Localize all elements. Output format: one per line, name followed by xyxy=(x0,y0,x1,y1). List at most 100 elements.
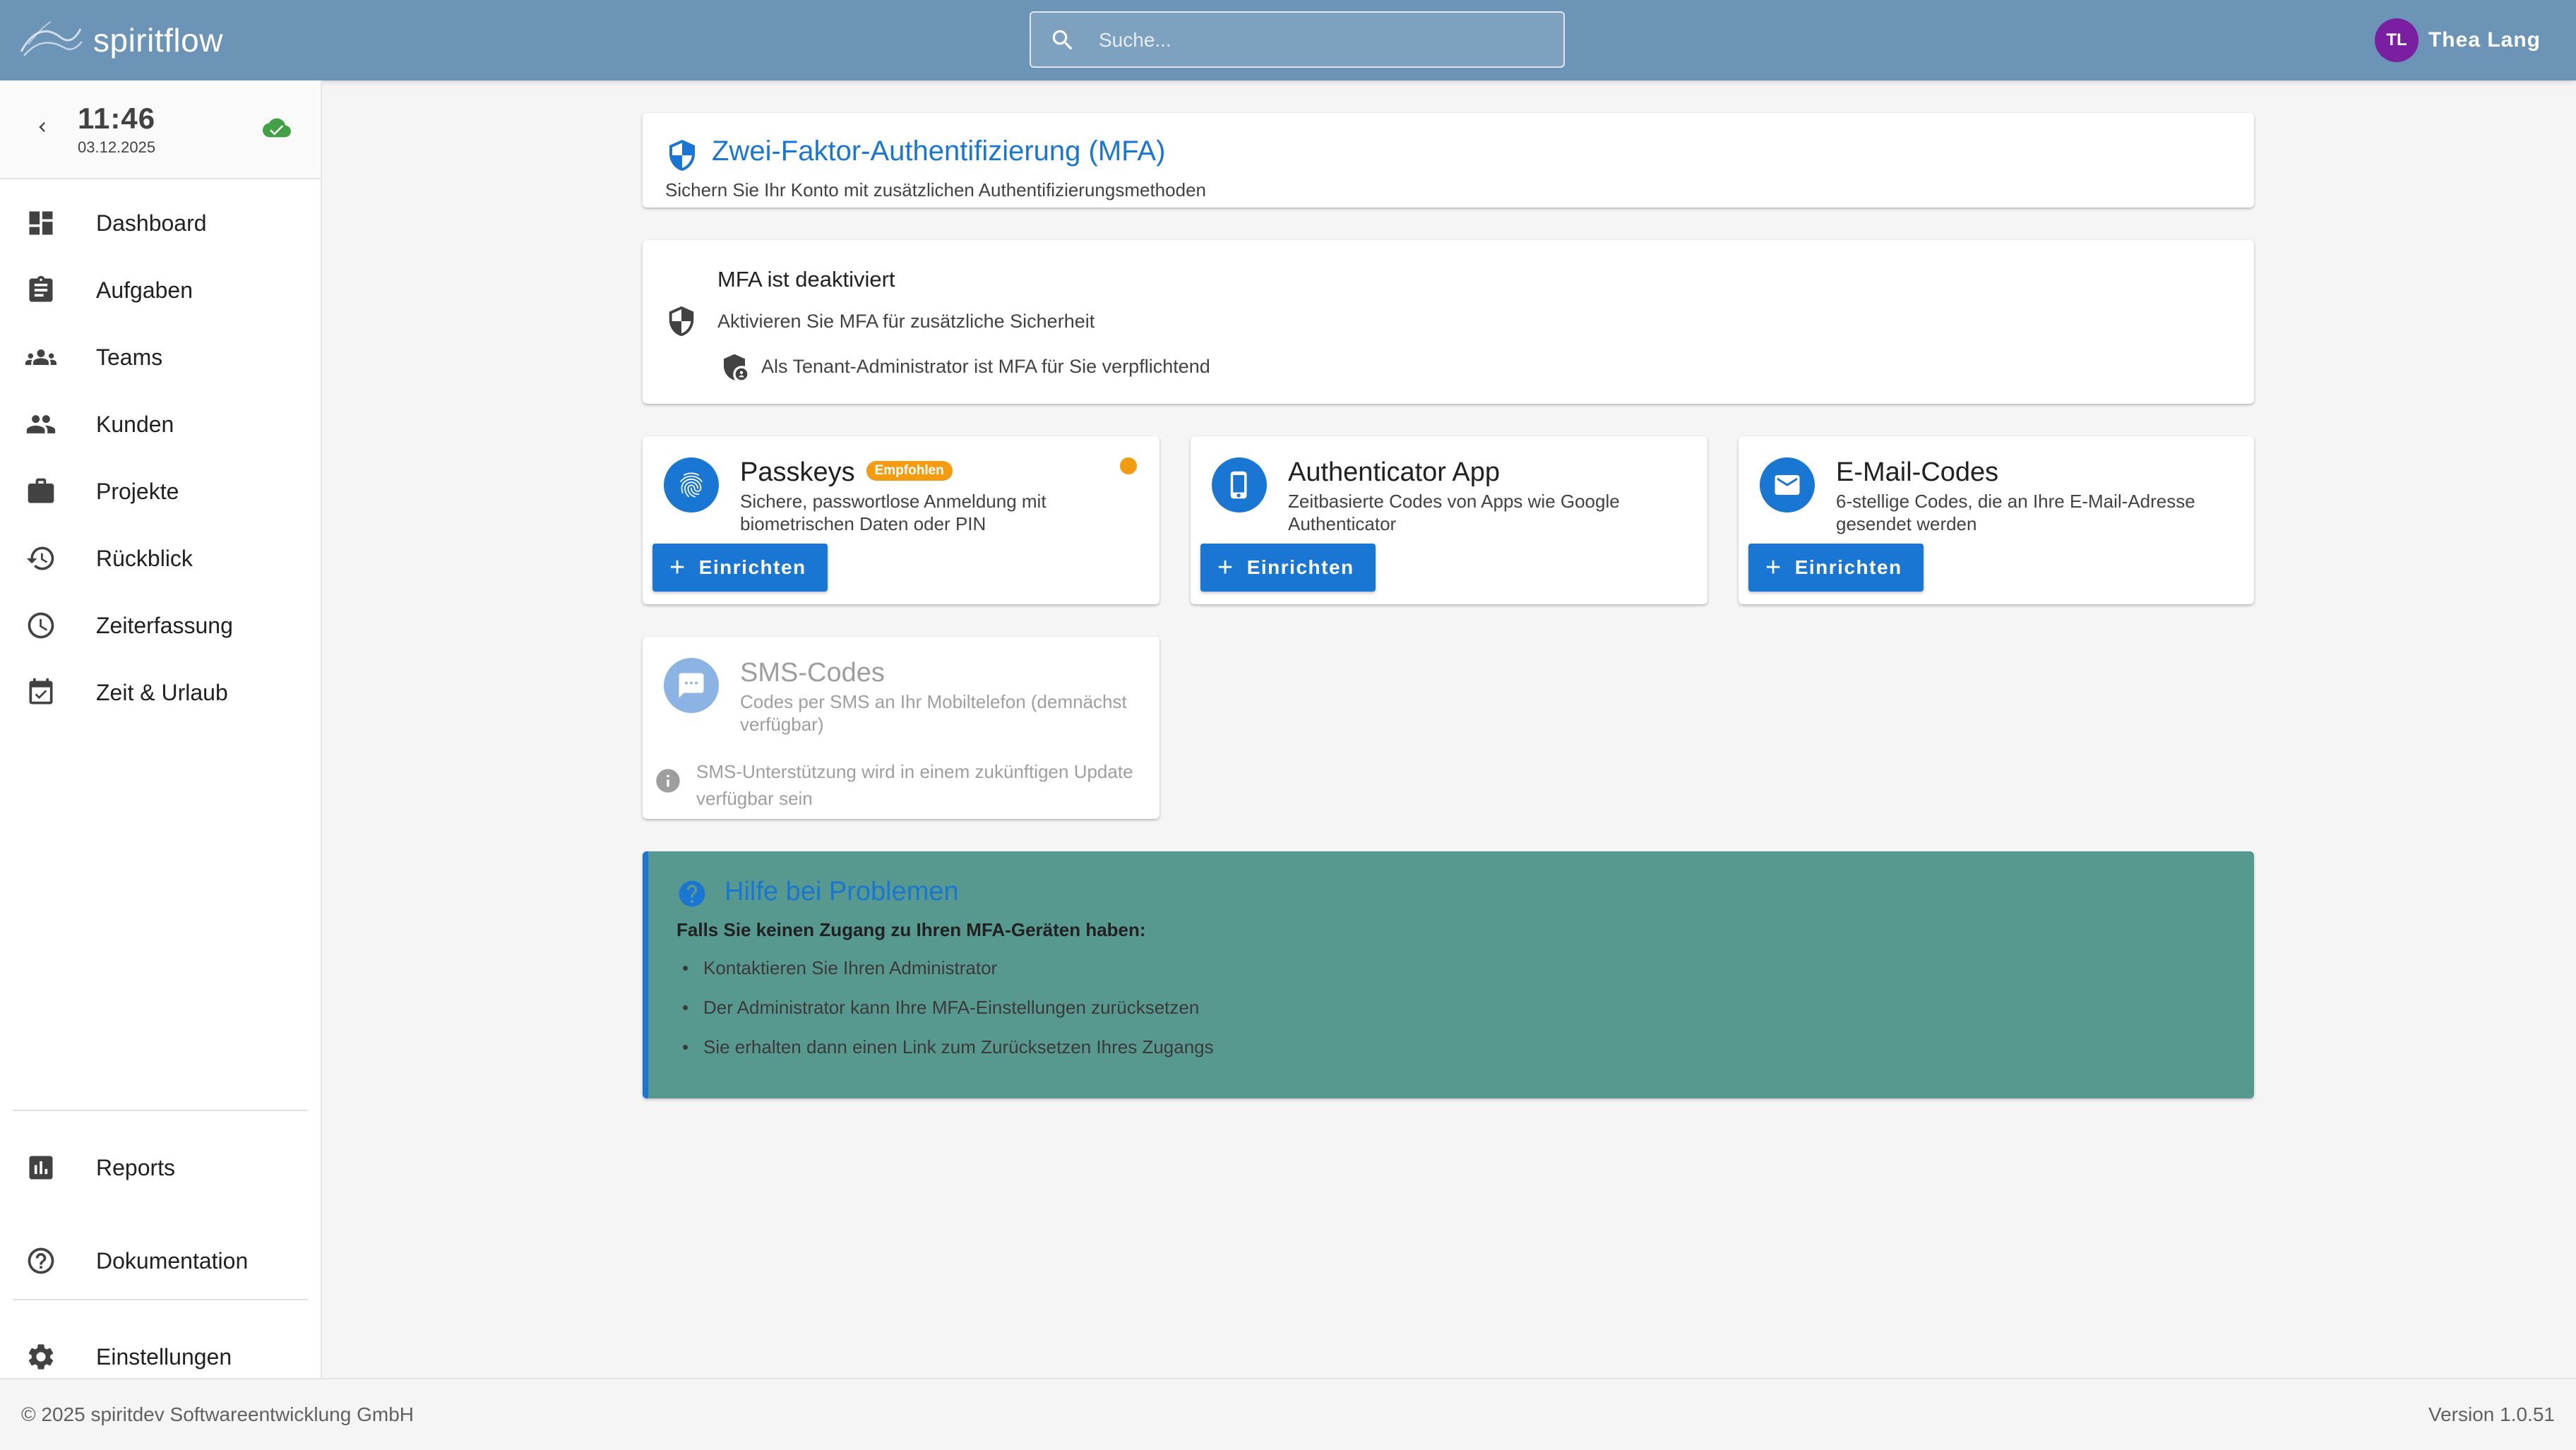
mfa-admin-note: Als Tenant-Administrator ist MFA für Sie… xyxy=(761,356,1210,377)
page-subtitle: Sichern Sie Ihr Konto mit zusätzlichen A… xyxy=(665,179,1206,200)
search-box[interactable] xyxy=(1030,11,1565,68)
method-title: Passkeys Empfohlen xyxy=(740,457,953,488)
mfa-status-card: MFA ist deaktiviert Aktivieren Sie MFA f… xyxy=(643,240,2254,404)
mail-icon xyxy=(1760,457,1815,513)
top-app-bar: spiritflow TL Thea Lang xyxy=(0,0,2576,80)
sidebar-item-zeiterfassung[interactable]: Zeiterfassung xyxy=(11,597,309,654)
button-label: Einrichten xyxy=(1246,556,1354,578)
email-setup-button[interactable]: + Einrichten xyxy=(1748,544,1924,592)
smartphone-icon xyxy=(1212,457,1267,513)
list-item: Kontaktieren Sie Ihren Administrator xyxy=(676,957,1214,997)
info-icon xyxy=(656,769,680,793)
brand-name: spiritflow xyxy=(93,22,223,59)
plus-icon: + xyxy=(1217,553,1234,582)
sidebar-item-label: Dashboard xyxy=(96,210,207,236)
help-title: Hilfe bei Problemen xyxy=(724,877,959,906)
sidebar-item-teams[interactable]: Teams xyxy=(11,329,309,385)
mfa-status-description: Aktivieren Sie MFA für zusätzliche Siche… xyxy=(717,311,1095,332)
list-item: Sie erhalten dann einen Link zum Zurücks… xyxy=(676,1036,1214,1076)
history-icon xyxy=(26,546,54,570)
sidebar-item-reports[interactable]: Reports xyxy=(11,1139,309,1196)
mfa-status-title: MFA ist deaktiviert xyxy=(717,267,895,292)
clock-date: 03.12.2025 xyxy=(78,138,156,156)
clock-time: 11:46 xyxy=(78,102,156,135)
divider xyxy=(13,1110,308,1111)
dashboard-icon xyxy=(29,211,53,235)
method-card-passkeys: Passkeys Empfohlen Sichere, passwortlose … xyxy=(643,436,1159,604)
recommended-badge: Empfohlen xyxy=(866,460,953,481)
sidebar-item-label: Kunden xyxy=(96,411,174,437)
page-header-card: Zwei-Faktor-Authentifizierung (MFA) Sich… xyxy=(643,113,2254,208)
button-label: Einrichten xyxy=(698,556,806,578)
sidebar-item-dokumentation[interactable]: Dokumentation xyxy=(11,1233,309,1289)
user-menu[interactable]: TL Thea Lang xyxy=(2374,18,2541,62)
list-item: Der Administrator kann Ihre MFA-Einstell… xyxy=(676,997,1214,1036)
help-lead: Falls Sie keinen Zugang zu Ihren MFA-Ger… xyxy=(676,919,1146,940)
method-title: SMS-Codes xyxy=(740,658,885,688)
sidebar-item-label: Dokumentation xyxy=(96,1247,249,1274)
version-label: Version 1.0.51 xyxy=(2428,1403,2555,1425)
fingerprint-icon xyxy=(664,457,719,513)
status-dot xyxy=(1120,457,1137,474)
cloud-done-icon xyxy=(263,118,291,138)
groups-icon xyxy=(25,349,56,365)
page-title: Zwei-Faktor-Authentifizierung (MFA) xyxy=(712,136,1166,167)
help-box: Hilfe bei Problemen Falls Sie keinen Zug… xyxy=(643,851,2254,1098)
method-description: Sichere, passwortlose Anmeldung mit biom… xyxy=(740,491,1046,534)
avatar[interactable]: TL xyxy=(2374,18,2419,62)
help-list: Kontaktieren Sie Ihren Administrator Der… xyxy=(676,957,1214,1076)
sidebar-item-aufgaben[interactable]: Aufgaben xyxy=(11,262,309,318)
search-input[interactable] xyxy=(1097,20,1538,61)
sidebar: 11:46 03.12.2025 Dashboard Aufgaben Team… xyxy=(0,80,322,1378)
sidebar-item-label: Einstellungen xyxy=(96,1343,232,1370)
briefcase-icon xyxy=(28,478,54,503)
help-circle-icon xyxy=(679,880,705,907)
chevron-left-icon[interactable] xyxy=(32,117,52,137)
plus-icon: + xyxy=(669,553,686,582)
sidebar-item-einstellungen[interactable]: Einstellungen xyxy=(11,1329,309,1385)
sms-icon xyxy=(664,658,719,713)
copyright: © 2025 spiritdev Softwareentwicklung Gmb… xyxy=(21,1403,414,1425)
bar-chart-icon xyxy=(29,1156,53,1180)
sidebar-item-label: Zeiterfassung xyxy=(96,612,233,638)
sidebar-item-kunden[interactable]: Kunden xyxy=(11,396,309,453)
sidebar-item-projekte[interactable]: Projekte xyxy=(11,463,309,520)
gear-icon xyxy=(28,1344,54,1370)
footer: © 2025 spiritdev Softwareentwicklung Gmb… xyxy=(0,1378,2576,1450)
people-icon xyxy=(26,415,56,433)
divider xyxy=(13,1299,308,1300)
method-title-text: Passkeys xyxy=(740,457,855,487)
authenticator-setup-button[interactable]: + Einrichten xyxy=(1200,544,1376,592)
shield-icon xyxy=(669,306,694,337)
sidebar-item-zeit-urlaub[interactable]: Zeit & Urlaub xyxy=(11,664,309,721)
passkeys-setup-button[interactable]: + Einrichten xyxy=(652,544,828,592)
calendar-check-icon xyxy=(29,678,53,705)
admin-shield-icon xyxy=(724,354,748,381)
method-description: Zeitbasierte Codes von Apps wie Google A… xyxy=(1288,491,1620,534)
sms-info-text: SMS-Unterstützung wird in einem zukünfti… xyxy=(696,761,1133,809)
sidebar-item-rueckblick[interactable]: Rückblick xyxy=(11,530,309,587)
sidebar-item-label: Rückblick xyxy=(96,545,193,571)
clock-panel: 11:46 03.12.2025 xyxy=(0,80,321,179)
sidebar-item-label: Reports xyxy=(96,1154,176,1180)
shield-icon xyxy=(669,140,695,171)
help-circle-icon xyxy=(28,1247,54,1274)
method-title: E-Mail-Codes xyxy=(1836,457,1999,487)
method-card-authenticator: Authenticator App Zeitbasierte Codes von… xyxy=(1191,436,1707,604)
method-description: Codes per SMS an Ihr Mobiltelefon (demnä… xyxy=(740,691,1127,735)
clock-icon xyxy=(28,612,54,639)
button-label: Einrichten xyxy=(1794,556,1902,578)
method-title: Authenticator App xyxy=(1288,457,1500,487)
sidebar-item-label: Teams xyxy=(96,344,163,370)
sidebar-item-dashboard[interactable]: Dashboard xyxy=(11,195,309,251)
search-icon xyxy=(1052,30,1073,50)
method-card-email: E-Mail-Codes 6-stellige Codes, die an Ih… xyxy=(1739,436,2254,604)
assignment-icon xyxy=(29,275,53,302)
plus-icon: + xyxy=(1765,553,1782,582)
sidebar-item-label: Aufgaben xyxy=(96,277,193,303)
sidebar-item-label: Zeit & Urlaub xyxy=(96,679,228,705)
brand-logo-icon xyxy=(20,21,83,56)
brand[interactable]: spiritflow xyxy=(18,13,223,68)
method-description: 6-stellige Codes, die an Ihre E-Mail-Adr… xyxy=(1836,491,2195,534)
user-name[interactable]: Thea Lang xyxy=(2428,28,2541,52)
